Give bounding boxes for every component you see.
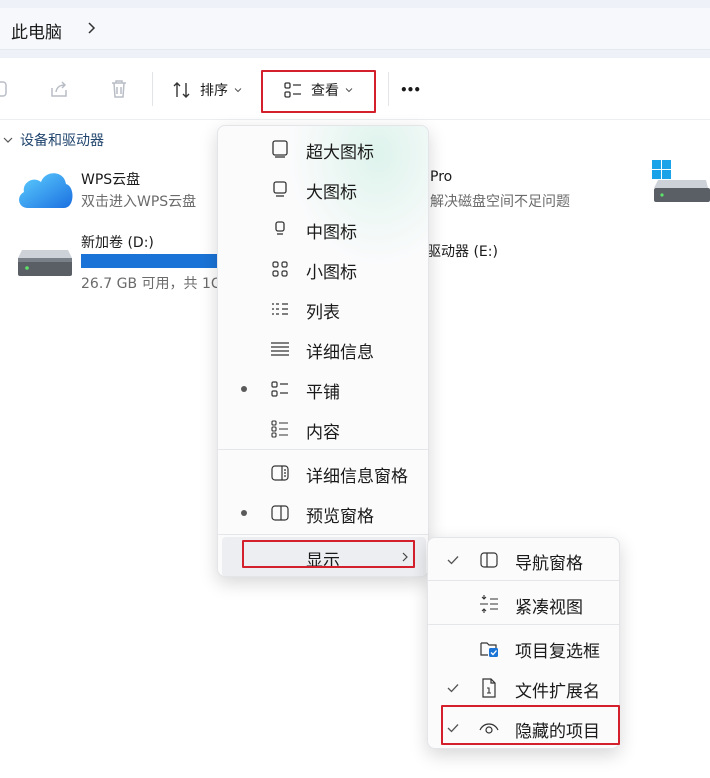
menu-item-label: 小图标	[306, 263, 357, 283]
menu-item-label: 大图标	[306, 183, 357, 203]
sort-button[interactable]: 排序	[172, 70, 242, 110]
menu-separator	[218, 534, 428, 535]
drive-d-icon[interactable]	[16, 244, 74, 280]
menu-item-show[interactable]: 显示	[222, 537, 426, 576]
address-bar[interactable]: 此电脑	[0, 8, 710, 50]
submenu-item-item-checkboxes[interactable]: 项目复选框	[428, 628, 619, 668]
details-pane-icon	[271, 465, 289, 481]
list-icon	[272, 303, 288, 315]
menu-separator	[428, 580, 619, 581]
extra-large-icons-icon	[272, 140, 288, 158]
chevron-right-icon	[402, 552, 408, 562]
submenu-item-file-extensions[interactable]: 文件扩展名	[428, 668, 619, 708]
window-top-strip	[0, 0, 710, 8]
file-extension-icon	[482, 678, 496, 698]
wps-cloud-icon[interactable]	[14, 164, 76, 214]
drive-name-pro[interactable]: Pro	[430, 169, 452, 185]
details-icon	[271, 342, 289, 356]
sort-label: 排序	[200, 83, 228, 99]
system-drive-icon[interactable]	[650, 158, 710, 206]
menu-item-details-pane[interactable]: 详细信息窗格	[218, 453, 428, 493]
menu-item-content[interactable]: 内容	[218, 409, 428, 449]
submenu-item-label: 紧凑视图	[515, 598, 583, 618]
item-checkbox-icon	[480, 642, 498, 657]
submenu-item-label: 导航窗格	[515, 554, 583, 574]
drive-name-wps[interactable]: WPS云盘	[81, 169, 140, 189]
more-icon: •••	[400, 83, 421, 97]
menu-item-label: 中图标	[306, 223, 357, 243]
view-button[interactable]: 查看	[283, 70, 353, 110]
drive-name-e[interactable]: 驱动器 (E:)	[427, 241, 498, 261]
menu-item-label: 详细信息	[306, 343, 374, 363]
menu-item-label: 超大图标	[306, 143, 374, 163]
menu-item-medium-icons[interactable]: 中图标	[218, 209, 428, 249]
chevron-right-icon[interactable]	[84, 20, 100, 36]
rename-icon[interactable]	[0, 78, 14, 100]
menu-item-extra-large-icons[interactable]: 超大图标	[218, 129, 428, 169]
delete-icon[interactable]	[108, 78, 130, 100]
sort-icon	[173, 82, 190, 98]
menu-item-large-icons[interactable]: 大图标	[218, 169, 428, 209]
toolbar-divider	[388, 72, 389, 106]
toolbar-divider	[152, 72, 153, 106]
check-icon	[447, 724, 459, 733]
chevron-down-icon	[345, 88, 353, 93]
drive-usage-bar	[81, 254, 221, 268]
menu-item-small-icons[interactable]: 小图标	[218, 249, 428, 289]
submenu-item-label: 文件扩展名	[515, 682, 600, 702]
large-icons-icon	[273, 181, 287, 197]
preview-pane-icon	[271, 505, 289, 521]
submenu-item-label: 项目复选框	[515, 642, 600, 662]
drive-name-d[interactable]: 新加卷 (D:)	[81, 232, 154, 252]
show-submenu: 导航窗格 紧凑视图 项目复选框 文件扩展名 隐藏的项目	[427, 537, 620, 749]
address-bar-divider	[0, 50, 710, 58]
view-label: 查看	[311, 83, 339, 99]
tiles-icon	[271, 381, 288, 397]
drive-subtitle-wps: 双击进入WPS云盘	[81, 194, 197, 210]
submenu-item-hidden-items[interactable]: 隐藏的项目	[428, 708, 619, 748]
submenu-item-compact-view[interactable]: 紧凑视图	[428, 584, 619, 624]
breadcrumb-this-pc[interactable]: 此电脑	[11, 18, 62, 43]
menu-item-label: 平铺	[306, 383, 340, 403]
selected-bullet	[241, 386, 247, 392]
menu-separator	[428, 624, 619, 625]
drive-subtitle-pro: 解决磁盘空间不足问题	[430, 194, 570, 210]
menu-item-list[interactable]: 列表	[218, 289, 428, 329]
medium-icons-icon	[275, 221, 285, 235]
menu-item-label: 预览窗格	[306, 507, 374, 527]
menu-item-details[interactable]: 详细信息	[218, 329, 428, 369]
view-menu: 超大图标 大图标 中图标 小图标 列表 详细信息 平铺 内容 详细信息窗格 预览…	[217, 125, 429, 577]
group-header-devices[interactable]: 设备和驱动器	[2, 130, 104, 150]
menu-item-label: 内容	[306, 423, 340, 443]
menu-item-tiles[interactable]: 平铺	[218, 369, 428, 409]
share-icon[interactable]	[48, 78, 70, 100]
check-icon	[447, 556, 459, 565]
menu-item-label: 列表	[306, 303, 340, 323]
selected-bullet	[241, 510, 247, 516]
navigation-pane-icon	[480, 552, 498, 568]
chevron-down-icon	[3, 137, 13, 143]
menu-item-preview-pane[interactable]: 预览窗格	[218, 493, 428, 533]
check-icon	[447, 684, 459, 693]
chevron-down-icon	[234, 88, 242, 93]
eye-icon	[479, 723, 499, 734]
group-header-label: 设备和驱动器	[20, 133, 104, 149]
menu-separator	[218, 449, 428, 450]
content-icon	[271, 420, 288, 438]
menu-item-label: 详细信息窗格	[306, 467, 408, 487]
command-bar: 排序 查看 •••	[0, 58, 710, 120]
submenu-item-navigation-pane[interactable]: 导航窗格	[428, 540, 619, 580]
compact-view-icon	[480, 595, 498, 613]
view-tiles-icon	[284, 82, 301, 98]
small-icons-icon	[272, 261, 288, 277]
drive-subtitle-d: 26.7 GB 可用，共 1C	[81, 276, 221, 292]
submenu-item-label: 隐藏的项目	[515, 722, 600, 742]
menu-item-label: 显示	[306, 551, 340, 571]
see-more-button[interactable]: •••	[400, 70, 421, 110]
